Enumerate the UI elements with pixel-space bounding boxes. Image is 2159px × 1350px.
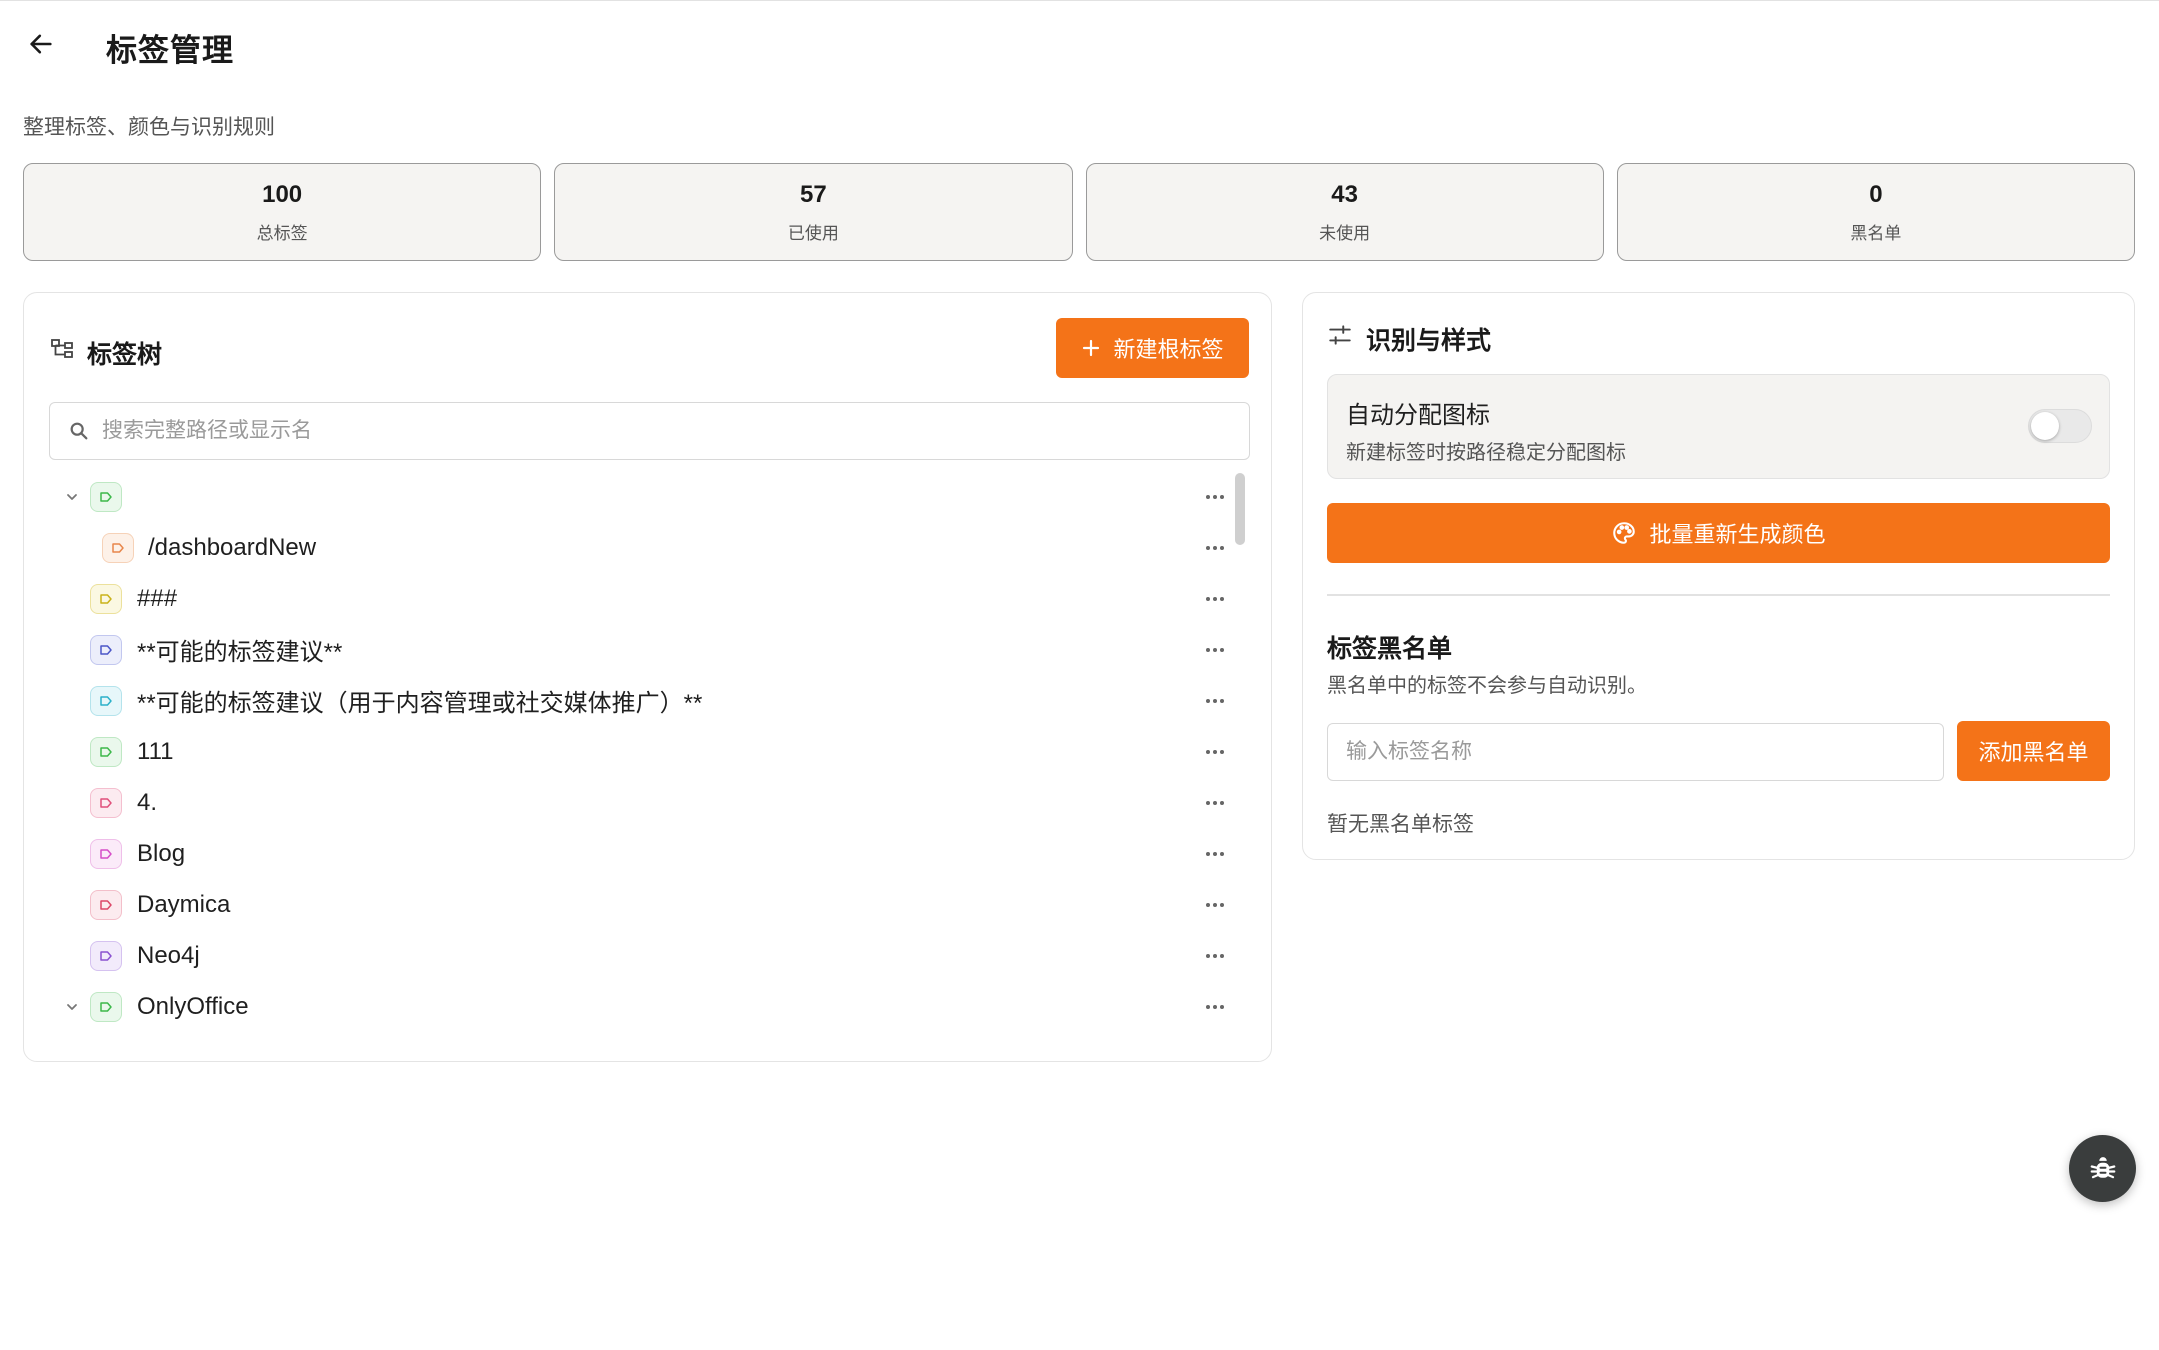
tree-row[interactable]: /dashboardNew [24, 522, 1244, 573]
regenerate-colors-label: 批量重新生成颜色 [1649, 522, 1826, 547]
tag-icon [102, 532, 134, 563]
stat-card-unused: 43 未使用 [1085, 163, 1604, 261]
divider [1327, 594, 2110, 596]
tree-row-label: 4. [137, 788, 158, 816]
stats-row: 100 总标签 57 已使用 43 未使用 0 黑名单 [23, 163, 2135, 261]
stat-label: 未使用 [1319, 223, 1371, 243]
tree-row-label: Daymica [137, 890, 231, 918]
more-horizontal-icon[interactable] [1202, 844, 1228, 864]
new-root-tag-button[interactable]: 新建根标签 [1056, 318, 1249, 378]
tag-icon [90, 685, 122, 716]
tag-icon [90, 838, 122, 869]
tag-icon [90, 787, 122, 818]
bug-report-button[interactable] [2069, 1135, 2136, 1202]
blacklist-empty-text: 暂无黑名单标签 [1327, 813, 1474, 836]
page-subtitle: 整理标签、颜色与识别规则 [23, 116, 275, 139]
more-horizontal-icon[interactable] [1202, 538, 1228, 558]
tree-row[interactable]: ### [24, 573, 1244, 624]
more-horizontal-icon[interactable] [1202, 640, 1228, 660]
tag-tree: /dashboardNew ### **可能的标签建议** **可能的标签建议（用于内… [24, 471, 1244, 1032]
recognition-style-panel: 识别与样式 自动分配图标 新建标签时按路径稳定分配图标 批量重新生成颜色 标签黑… [1302, 292, 2135, 860]
search-icon [70, 422, 88, 440]
tree-row[interactable]: Neo4j [24, 930, 1244, 981]
tag-icon [90, 736, 122, 767]
tree-row[interactable] [24, 471, 1244, 522]
tree-row-label: OnlyOffice [137, 992, 249, 1020]
stat-card-blacklist: 0 黑名单 [1616, 163, 2135, 261]
blacklist-description: 黑名单中的标签不会参与自动识别。 [1327, 675, 1647, 697]
stat-value: 0 [1869, 180, 1883, 208]
tag-icon [90, 940, 122, 971]
recognition-style-title: 识别与样式 [1366, 327, 1492, 355]
more-horizontal-icon[interactable] [1202, 997, 1228, 1017]
tree-row-label: **可能的标签建议** [137, 639, 343, 666]
chevron-down-icon[interactable] [64, 489, 80, 505]
tag-icon [90, 991, 122, 1022]
tree-row[interactable]: 4. [24, 777, 1244, 828]
more-horizontal-icon[interactable] [1202, 691, 1228, 711]
auto-icon-description: 新建标签时按路径稳定分配图标 [1346, 442, 1626, 464]
tag-tree-panel: 标签树 新建根标签 /dashboardNew ### **可能的标签建议** **可… [23, 292, 1272, 1062]
plus-icon [1083, 339, 1100, 357]
tag-tree-title: 标签树 [87, 341, 163, 369]
stat-value: 57 [800, 180, 827, 208]
tree-row[interactable]: Blog [24, 828, 1244, 879]
tree-row-label: 111 [137, 737, 174, 765]
tree-row[interactable]: **可能的标签建议（用于内容管理或社交媒体推广）** [24, 675, 1244, 726]
more-horizontal-icon[interactable] [1202, 793, 1228, 813]
auto-icon-card: 自动分配图标 新建标签时按路径稳定分配图标 [1327, 374, 2110, 479]
auto-icon-title: 自动分配图标 [1346, 402, 1490, 429]
tag-search-box[interactable] [49, 402, 1250, 460]
add-blacklist-button[interactable]: 添加黑名单 [1957, 721, 2110, 781]
page-title: 标签管理 [106, 33, 234, 68]
tag-icon [90, 634, 122, 665]
tree-row-label: Neo4j [137, 941, 200, 969]
tag-management-page: 标签管理 整理标签、颜色与识别规则 100 总标签 57 已使用 43 未使用 … [0, 0, 2159, 1350]
tree-row[interactable]: OnlyOffice [24, 981, 1244, 1032]
blacklist-input[interactable] [1327, 723, 1944, 781]
blacklist-title: 标签黑名单 [1327, 635, 1453, 663]
sliders-icon [1327, 322, 1353, 348]
tree-scrollbar[interactable] [1235, 473, 1245, 545]
tree-icon [50, 337, 74, 361]
tree-row-label: Blog [137, 839, 186, 867]
more-horizontal-icon[interactable] [1202, 742, 1228, 762]
more-horizontal-icon[interactable] [1202, 895, 1228, 915]
tag-icon [90, 889, 122, 920]
chevron-down-icon[interactable] [64, 999, 80, 1015]
header: 标签管理 [0, 1, 2159, 91]
regenerate-colors-button[interactable]: 批量重新生成颜色 [1327, 503, 2110, 563]
toggle-knob [2031, 412, 2059, 440]
new-root-tag-label: 新建根标签 [1113, 337, 1224, 362]
stat-card-used: 57 已使用 [554, 163, 1073, 261]
stat-label: 总标签 [256, 223, 308, 243]
stat-card-total: 100 总标签 [23, 163, 542, 261]
bug-icon [2090, 1156, 2115, 1178]
stat-value: 43 [1331, 180, 1358, 208]
more-horizontal-icon[interactable] [1202, 946, 1228, 966]
stat-value: 100 [262, 180, 303, 208]
back-button[interactable] [22, 25, 60, 63]
stat-label: 已使用 [787, 223, 839, 243]
tag-icon [90, 583, 122, 614]
tag-search-input[interactable] [102, 419, 1202, 443]
tree-row-label: ### [137, 584, 178, 612]
stat-label: 黑名单 [1850, 223, 1902, 243]
tree-row[interactable]: Daymica [24, 879, 1244, 930]
auto-icon-toggle[interactable] [2028, 409, 2092, 443]
palette-icon [1613, 522, 1636, 544]
tree-row-label: **可能的标签建议（用于内容管理或社交媒体推广）** [137, 690, 703, 717]
more-horizontal-icon[interactable] [1202, 589, 1228, 609]
tree-row-label: /dashboardNew [148, 533, 317, 561]
tree-row[interactable]: **可能的标签建议** [24, 624, 1244, 675]
tree-row[interactable]: 111 [24, 726, 1244, 777]
arrow-left-icon [30, 34, 52, 54]
tag-icon [90, 481, 122, 512]
more-horizontal-icon[interactable] [1202, 487, 1228, 507]
